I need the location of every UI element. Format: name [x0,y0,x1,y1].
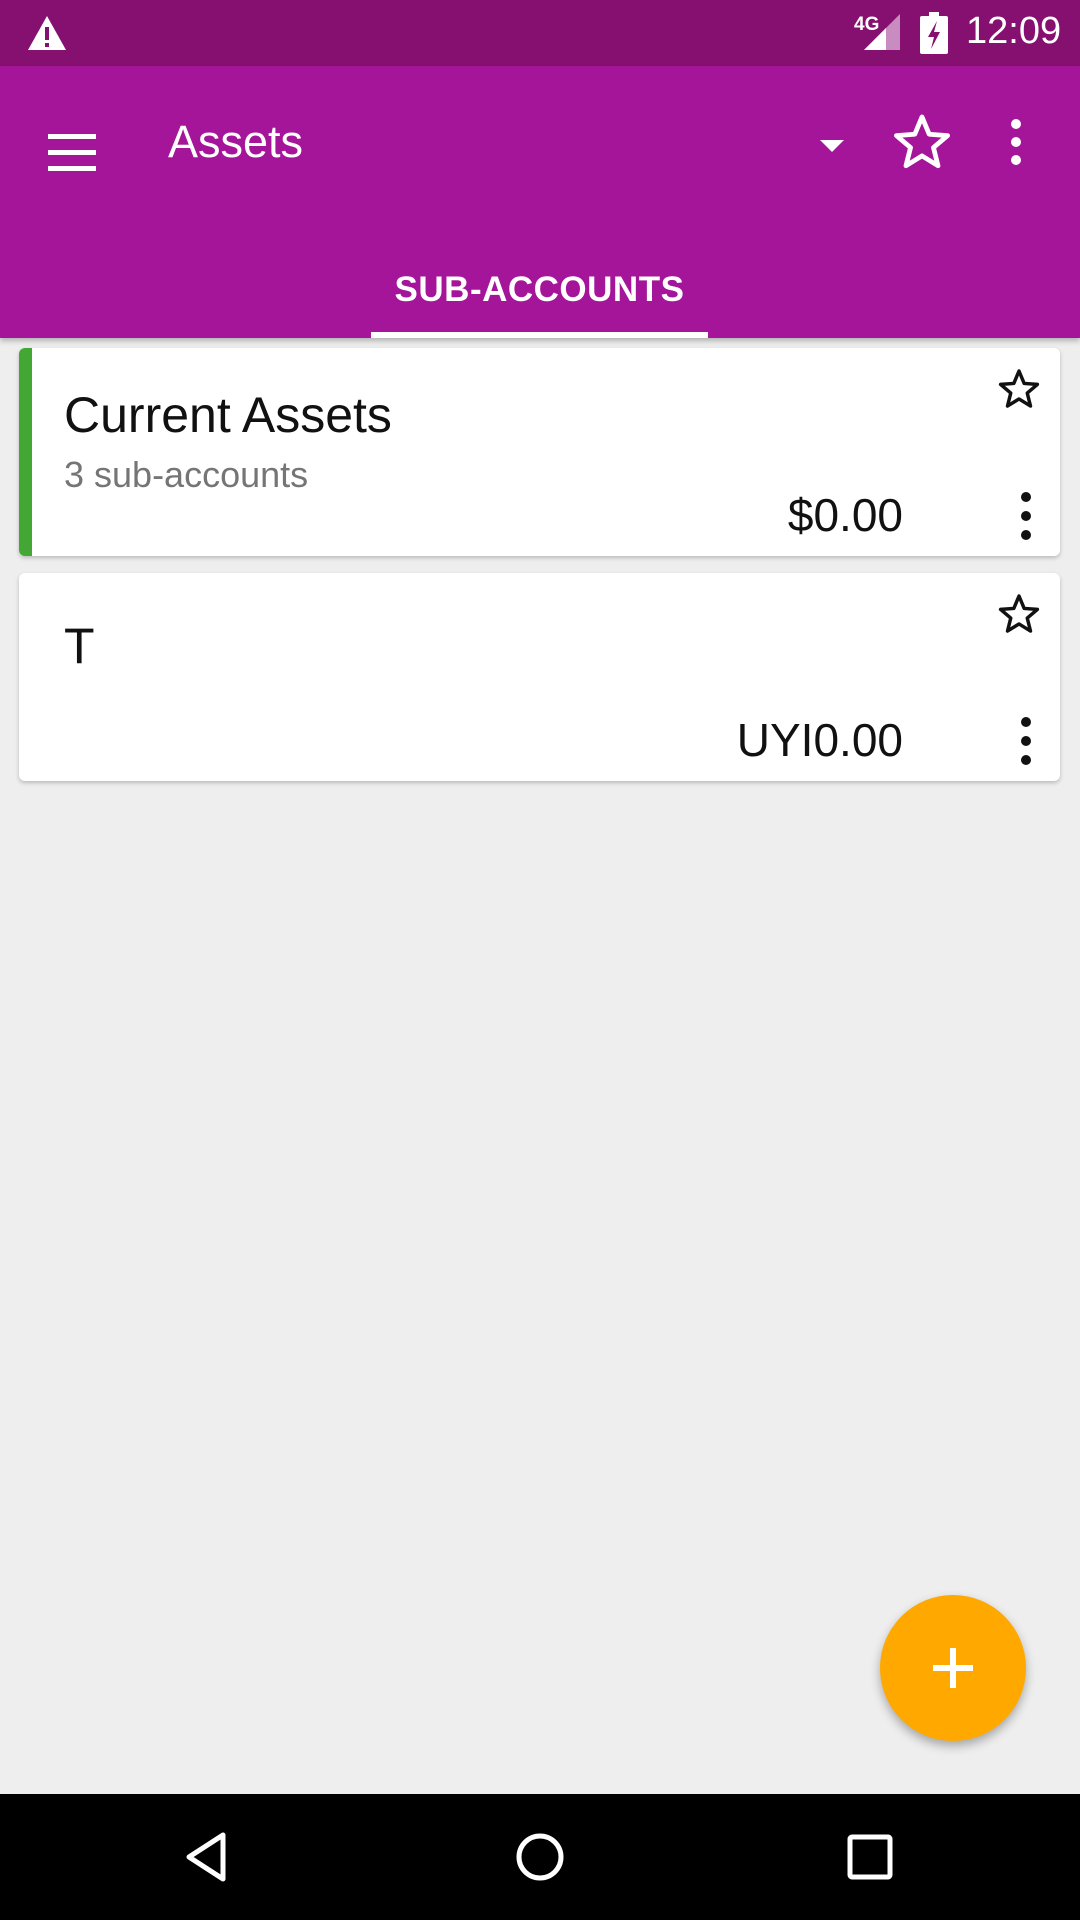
tab-indicator [371,332,708,338]
account-name: Current Assets [64,387,392,443]
clock: 12:09 [966,10,1062,52]
more-vert-icon[interactable] [1006,488,1046,544]
menu-icon[interactable] [40,120,104,184]
star-outline-icon[interactable] [996,366,1042,412]
recents-icon[interactable] [835,1822,905,1892]
account-balance: $0.00 [787,489,903,541]
more-vert-icon[interactable] [1006,713,1046,769]
account-color-strip [19,348,32,556]
back-icon[interactable] [175,1822,245,1892]
account-card[interactable]: T UYI0.00 [19,573,1060,781]
status-bar: 4G 12:09 [0,0,1080,66]
network-type-label: 4G [854,14,880,35]
add-account-button[interactable] [880,1595,1026,1741]
tab-label: SUB-ACCOUNTS [394,270,685,309]
star-outline-icon[interactable] [996,591,1042,637]
battery-charging-icon [920,12,948,54]
account-subtitle: 3 sub-accounts [64,454,309,495]
tab-sub-accounts[interactable]: SUB-ACCOUNTS [371,242,708,338]
account-card[interactable]: Current Assets 3 sub-accounts $0.00 [19,348,1060,556]
plus-icon [933,1648,973,1688]
warning-icon [28,16,66,50]
app-bar: Assets SUB-ACCOUNTS [0,66,1080,338]
home-icon[interactable] [505,1822,575,1892]
more-vert-icon[interactable] [986,110,1050,174]
star-outline-icon[interactable] [890,110,954,174]
page-title[interactable]: Assets [168,116,303,168]
account-name: T [64,618,95,674]
account-balance: UYI0.00 [736,714,903,766]
navigation-bar [0,1794,1080,1920]
dropdown-arrow-icon[interactable] [812,126,852,166]
